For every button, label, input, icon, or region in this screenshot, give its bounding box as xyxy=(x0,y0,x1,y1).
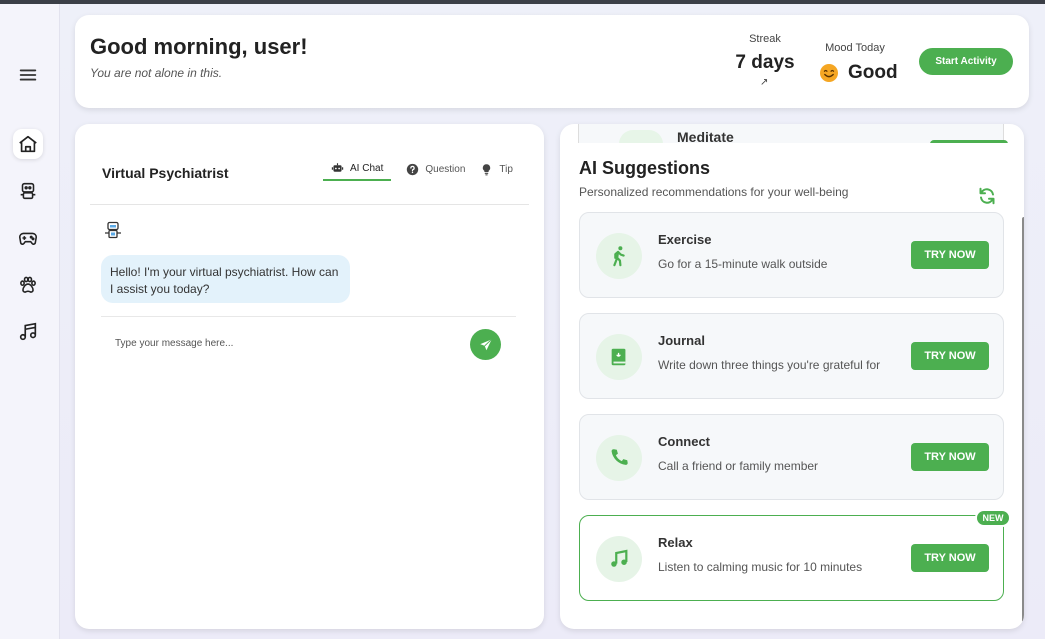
new-badge: NEW xyxy=(975,509,1011,527)
greeting-title: Good morning, user! xyxy=(90,34,308,59)
suggestion-icon-partial xyxy=(619,130,663,144)
mood-value: Good xyxy=(848,62,898,83)
question-circle-icon xyxy=(407,163,419,175)
walking-icon xyxy=(613,246,625,267)
try-now-button[interactable]: TRY NOW xyxy=(911,342,989,370)
suggestion-item-partial: Meditate xyxy=(578,124,1008,145)
tab-tip[interactable]: Tip xyxy=(480,157,513,181)
chat-title: Virtual Psychiatrist xyxy=(102,165,229,181)
scrollbar[interactable] xyxy=(1022,217,1024,622)
virtual-psychiatrist-card: Virtual Psychiatrist AI Chat Question Ti… xyxy=(75,124,544,629)
tab-label: Tip xyxy=(499,163,513,175)
suggestion-name: Relax xyxy=(658,535,693,550)
robot-icon xyxy=(331,162,344,172)
tab-label: Question xyxy=(425,163,466,175)
suggestion-name: Journal xyxy=(658,333,705,348)
greeting-subtitle: You are not alone in this. xyxy=(90,66,223,80)
send-button[interactable] xyxy=(470,329,501,360)
try-now-button[interactable]: TRY NOW xyxy=(911,544,989,572)
divider xyxy=(90,204,529,205)
ai-suggestions-card: Meditate AI Suggestions Personalized rec… xyxy=(560,124,1024,629)
lightbulb-icon xyxy=(483,163,491,175)
suggestion-description: Write down three things you're grateful … xyxy=(658,358,881,372)
refresh-icon[interactable] xyxy=(977,186,997,206)
try-now-button[interactable]: TRY NOW xyxy=(911,443,989,471)
tab-label: AI Chat xyxy=(350,162,384,174)
suggestion-icon xyxy=(596,536,642,582)
suggestion-item-exercise: Exercise Go for a 15-minute walk outside… xyxy=(579,212,1004,298)
sidebar xyxy=(0,4,60,639)
streak-value: 7 days xyxy=(735,52,795,73)
journal-icon xyxy=(611,348,626,366)
tab-question[interactable]: Question xyxy=(406,157,465,181)
suggestion-description: Go for a 15-minute walk outside xyxy=(658,257,828,271)
smiling-face-icon xyxy=(820,64,838,82)
send-icon xyxy=(479,338,492,350)
suggestion-name: Exercise xyxy=(658,232,712,247)
gamepad-icon[interactable] xyxy=(13,223,43,253)
try-now-button[interactable]: TRY NOW xyxy=(911,241,989,269)
divider xyxy=(101,316,516,317)
suggestion-icon xyxy=(596,435,642,481)
start-activity-button[interactable]: Start Activity xyxy=(919,48,1013,75)
message-input[interactable] xyxy=(115,332,455,354)
bot-message: Hello! I'm your virtual psychiatrist. Ho… xyxy=(101,255,350,303)
window-top-strip xyxy=(0,0,1045,4)
chat-tabs: AI Chat Question Tip xyxy=(323,157,528,181)
suggestion-description: Call a friend or family member xyxy=(658,459,819,473)
suggestion-icon xyxy=(596,233,642,279)
music-icon[interactable] xyxy=(13,317,43,347)
suggestion-description: Listen to calming music for 10 minutes xyxy=(658,560,863,574)
tab-ai-chat[interactable]: AI Chat xyxy=(323,157,392,181)
suggestions-header: AI Suggestions Personalized recommendati… xyxy=(560,143,1024,206)
suggestions-title: AI Suggestions xyxy=(579,158,711,178)
phone-icon xyxy=(611,449,628,465)
suggestion-name: Connect xyxy=(658,434,710,449)
mood-label: Mood Today xyxy=(825,42,885,54)
suggestion-item-relax: NEW Relax Listen to calming music for 10… xyxy=(579,509,1011,601)
suggestion-item-journal: Journal Write down three things you're g… xyxy=(579,313,1004,399)
suggestion-icon xyxy=(596,334,642,380)
greeting-card: Good morning, user! You are not alone in… xyxy=(75,15,1029,108)
streak-label: Streak xyxy=(749,33,781,45)
music-icon xyxy=(611,549,628,567)
robot-icon[interactable] xyxy=(13,176,43,206)
bot-avatar-icon xyxy=(105,221,121,239)
paw-icon[interactable] xyxy=(13,270,43,300)
suggestion-item-connect: Connect Call a friend or family member T… xyxy=(579,414,1004,500)
suggestions-subtitle: Personalized recommendations for your we… xyxy=(579,185,849,199)
menu-icon[interactable] xyxy=(13,60,43,90)
home-icon[interactable] xyxy=(13,129,43,159)
streak-trend-icon: ↗ xyxy=(760,77,769,88)
